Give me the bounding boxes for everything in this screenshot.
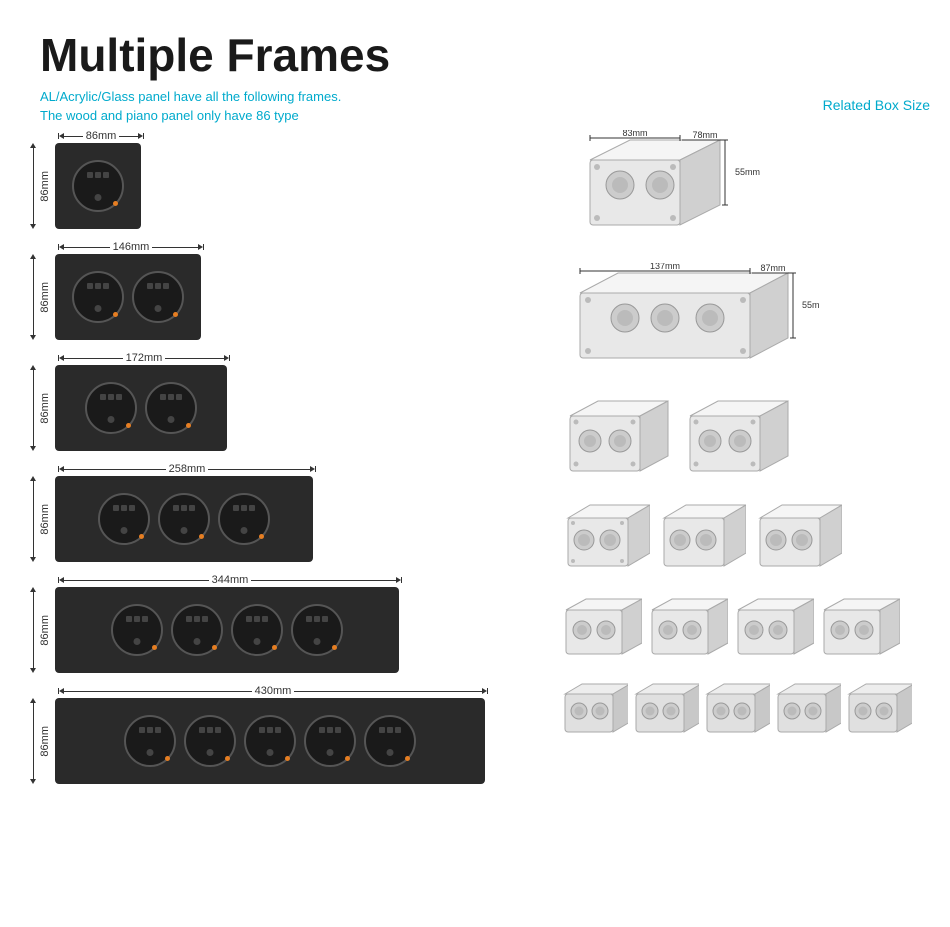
svg-text:55mm: 55mm: [802, 300, 820, 310]
outlet: [244, 715, 296, 767]
page-container: Multiple Frames AL/Acrylic/Glass panel h…: [0, 0, 950, 927]
frame-visual-3: [55, 365, 227, 451]
related-box-size-label: Related Box Size: [823, 97, 930, 113]
box-group-2: 137mm 87mm 55mm: [560, 263, 930, 378]
outlet: [72, 160, 124, 212]
box-group-1: 83mm 78mm 55mm: [560, 130, 930, 245]
outlet: [218, 493, 270, 545]
outlet: [132, 271, 184, 323]
frame-visual-5: [55, 587, 399, 673]
outlet: [231, 604, 283, 656]
outlet: [145, 382, 197, 434]
frame-visual-4: [55, 476, 313, 562]
frame-5: 344mm 86mm: [30, 574, 530, 673]
box-svg-4a: [560, 500, 650, 580]
frame-6: 430mm 86mm: [30, 685, 530, 784]
boxes-column: 83mm 78mm 55mm: [560, 130, 930, 746]
outlet: [158, 493, 210, 545]
frame-visual-2: [55, 254, 201, 340]
frame-visual-6: [55, 698, 485, 784]
box-svg-1: 83mm 78mm 55mm: [560, 130, 760, 240]
svg-text:83mm: 83mm: [622, 130, 647, 138]
frame-2: 146mm 86mm: [30, 241, 530, 340]
outlet: [364, 715, 416, 767]
frame-3: 172mm 86mm: [30, 352, 530, 451]
box-svg-3a: [560, 396, 670, 486]
outlet: [304, 715, 356, 767]
box-group-5: [560, 594, 930, 668]
outlet: [85, 382, 137, 434]
frames-column: 86mm 86mm: [30, 130, 530, 796]
svg-text:55mm: 55mm: [735, 167, 760, 177]
svg-text:137mm: 137mm: [650, 263, 680, 271]
outlet: [111, 604, 163, 656]
box-svg-4b: [656, 500, 746, 580]
box-svg-2: 137mm 87mm 55mm: [560, 263, 820, 373]
box-group-3: [560, 396, 930, 486]
frame-4: 258mm 86mm: [30, 463, 530, 562]
outlet: [124, 715, 176, 767]
outlet: [171, 604, 223, 656]
frame-1: 86mm 86mm: [30, 130, 530, 229]
svg-text:87mm: 87mm: [760, 263, 785, 273]
box-group-4: [560, 500, 930, 580]
box-group-6: [560, 680, 930, 746]
box-svg-4c: [752, 500, 842, 580]
outlet: [184, 715, 236, 767]
box-svg-5a: [560, 594, 642, 668]
svg-text:78mm: 78mm: [692, 130, 717, 140]
page-title: Multiple Frames: [40, 30, 910, 81]
box-svg-3b: [680, 396, 790, 486]
frame-visual-1: [55, 143, 141, 229]
outlet: [291, 604, 343, 656]
outlet: [72, 271, 124, 323]
outlet: [98, 493, 150, 545]
subtitle: AL/Acrylic/Glass panel have all the foll…: [40, 87, 910, 126]
